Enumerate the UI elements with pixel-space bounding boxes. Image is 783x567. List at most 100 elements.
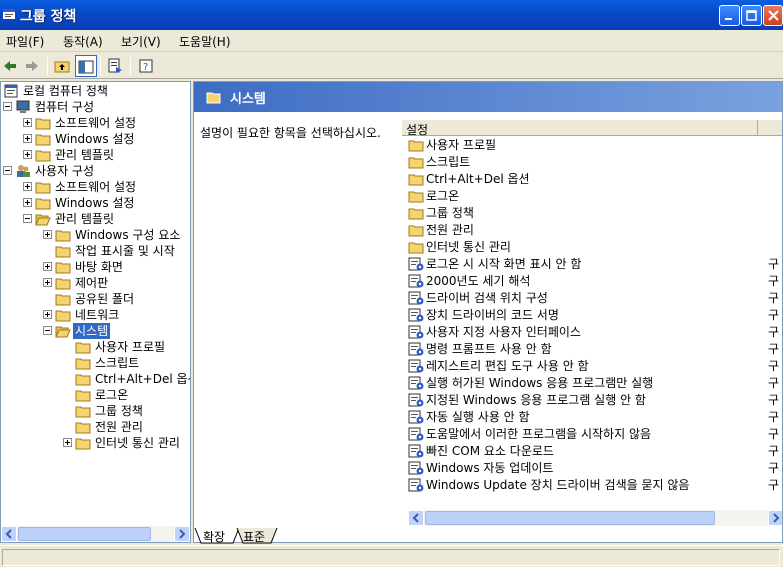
export-list-button[interactable] xyxy=(105,55,127,77)
tree-item[interactable]: 제어판 xyxy=(1,275,190,291)
tree-item[interactable]: 컴퓨터 구성 xyxy=(1,99,190,115)
list-item[interactable]: Ctrl+Alt+Del 옵션 xyxy=(408,171,782,188)
expand-icon[interactable] xyxy=(23,134,32,143)
collapse-icon[interactable] xyxy=(3,102,12,111)
up-folder-button[interactable] xyxy=(52,55,74,77)
list-item[interactable]: 사용자 지정 사용자 인터페이스 구 xyxy=(408,324,782,341)
tree-item[interactable]: 관리 템플릿 xyxy=(1,211,190,227)
expand-icon[interactable] xyxy=(23,118,32,127)
expand-icon[interactable] xyxy=(23,198,32,207)
expand-icon[interactable] xyxy=(23,182,32,191)
tree-item[interactable]: 로컬 컴퓨터 정책 xyxy=(1,83,190,99)
list-item-state: 구 xyxy=(768,308,780,322)
list-item[interactable]: Windows 자동 업데이트 구 xyxy=(408,460,782,477)
column-setting-label[interactable]: 설정 xyxy=(406,121,428,138)
list-item[interactable]: 2000년도 세기 해석 구 xyxy=(408,273,782,290)
list-scroll-left-button[interactable] xyxy=(408,510,424,526)
list-item-label: 실행 허가된 Windows 응용 프로그램만 실행 xyxy=(426,376,654,390)
help-button[interactable]: ? xyxy=(136,55,158,77)
tree-hscrollbar[interactable] xyxy=(1,526,190,542)
list-item[interactable]: 스크립트 xyxy=(408,154,782,171)
tab-standard[interactable]: 표준 xyxy=(243,528,265,544)
tree-item[interactable]: 공유된 폴더 xyxy=(1,291,190,307)
list-item[interactable]: 그룹 정책 xyxy=(408,205,782,222)
menu-help[interactable]: 도움말(H) xyxy=(179,33,231,50)
expand-icon[interactable] xyxy=(43,262,52,271)
list-scroll-thumb[interactable] xyxy=(425,511,715,525)
tree-item[interactable]: Windows 설정 xyxy=(1,131,190,147)
tree-item[interactable]: 시스템 xyxy=(1,323,190,339)
scroll-thumb[interactable] xyxy=(18,527,151,541)
close-button[interactable] xyxy=(763,5,783,26)
tree-item[interactable]: 네트워크 xyxy=(1,307,190,323)
tree-item[interactable]: 소프트웨어 설정 xyxy=(1,179,190,195)
expand-icon[interactable] xyxy=(43,230,52,239)
tree-item[interactable]: Windows 구성 요소 xyxy=(1,227,190,243)
list-item[interactable]: 지정된 Windows 응용 프로그램 실행 안 함 구 xyxy=(408,392,782,409)
collapse-icon[interactable] xyxy=(3,166,12,175)
list-item[interactable]: 드라이버 검색 위치 구성 구 xyxy=(408,290,782,307)
menu-action[interactable]: 동작(A) xyxy=(63,33,103,50)
tree-item[interactable]: 작업 표시줄 및 시작 xyxy=(1,243,190,259)
menu-file[interactable]: 파일(F) xyxy=(6,33,44,50)
list-item-label: 빠진 COM 요소 다운로드 xyxy=(426,444,554,458)
tree-item[interactable]: 관리 템플릿 xyxy=(1,147,190,163)
policy-setting-icon xyxy=(408,325,424,339)
tree-item[interactable]: 소프트웨어 설정 xyxy=(1,115,190,131)
show-hide-tree-button[interactable] xyxy=(75,55,97,77)
list-scroll-right-button[interactable] xyxy=(768,510,782,526)
tree-item-label: 전원 관리 xyxy=(95,420,143,434)
close-icon xyxy=(768,10,779,21)
list-item[interactable]: 로그온 xyxy=(408,188,782,205)
tree-item[interactable]: 바탕 화면 xyxy=(1,259,190,275)
tab-extended[interactable]: 확장 xyxy=(203,528,225,544)
list-item[interactable]: 인터넷 통신 관리 xyxy=(408,239,782,256)
tree-item[interactable]: 인터넷 통신 관리 xyxy=(1,435,190,451)
folder-open-icon xyxy=(35,211,51,227)
tree-item[interactable]: 그룹 정책 xyxy=(1,403,190,419)
list-item[interactable]: 로그온 시 시작 화면 표시 안 함 구 xyxy=(408,256,782,273)
list-item[interactable]: Windows Update 장치 드라이버 검색을 묻지 않음 구 xyxy=(408,477,782,494)
list-item[interactable]: 도움말에서 이러한 프로그램을 시작하지 않음 구 xyxy=(408,426,782,443)
tree-item[interactable]: 사용자 프로필 xyxy=(1,339,190,355)
policy-setting-icon xyxy=(408,257,424,271)
column-header[interactable]: 설정 xyxy=(402,120,782,138)
list-item[interactable]: 사용자 프로필 xyxy=(408,137,782,154)
expand-icon[interactable] xyxy=(43,278,52,287)
list-hscrollbar[interactable] xyxy=(408,510,782,526)
list-item-label: 도움말에서 이러한 프로그램을 시작하지 않음 xyxy=(426,427,652,441)
tree-item[interactable]: 스크립트 xyxy=(1,355,190,371)
collapse-icon[interactable] xyxy=(43,326,52,335)
list-item[interactable]: 전원 관리 xyxy=(408,222,782,239)
collapse-icon[interactable] xyxy=(23,214,32,223)
folder-icon xyxy=(35,131,51,147)
list-item-state: 구 xyxy=(768,461,780,475)
list-item[interactable]: 실행 허가된 Windows 응용 프로그램만 실행 구 xyxy=(408,375,782,392)
tree-item[interactable]: 사용자 구성 xyxy=(1,163,190,179)
list-item-state: 구 xyxy=(768,274,780,288)
maximize-button[interactable] xyxy=(741,5,762,26)
tree-item[interactable]: Ctrl+Alt+Del 옵션 xyxy=(1,371,190,387)
scroll-left-button[interactable] xyxy=(1,526,17,542)
tree-item[interactable]: 로그온 xyxy=(1,387,190,403)
expand-icon[interactable] xyxy=(23,150,32,159)
list-item[interactable]: 레지스트리 편집 도구 사용 안 함 구 xyxy=(408,358,782,375)
scroll-right-button[interactable] xyxy=(174,526,190,542)
details-pane: 시스템 설명이 필요한 항목을 선택하십시오. 설정 사용자 프로필 스크립트 Ct… xyxy=(193,81,783,543)
expand-icon[interactable] xyxy=(43,310,52,319)
list-item[interactable]: 장치 드라이버의 코드 서명 구 xyxy=(408,307,782,324)
back-button[interactable] xyxy=(0,55,22,77)
list-item[interactable]: 명령 프롬프트 사용 안 함 구 xyxy=(408,341,782,358)
expand-icon[interactable] xyxy=(63,438,72,447)
menu-view[interactable]: 보기(V) xyxy=(121,33,161,50)
list-item[interactable]: 빠진 COM 요소 다운로드 구 xyxy=(408,443,782,460)
forward-button[interactable] xyxy=(22,55,44,77)
minimize-button[interactable] xyxy=(719,5,740,26)
list-item[interactable]: 자동 실행 사용 안 함 구 xyxy=(408,409,782,426)
tree-item[interactable]: Windows 설정 xyxy=(1,195,190,211)
folder-icon xyxy=(75,387,91,403)
tree-item-label: Windows 구성 요소 xyxy=(75,228,181,242)
console-tree[interactable]: 로컬 컴퓨터 정책 컴퓨터 구성 소프트웨어 설정 Windows 설정 관리 템플릿 사… xyxy=(0,81,191,543)
tree-item-label: 스크립트 xyxy=(95,356,140,370)
tree-item[interactable]: 전원 관리 xyxy=(1,419,190,435)
